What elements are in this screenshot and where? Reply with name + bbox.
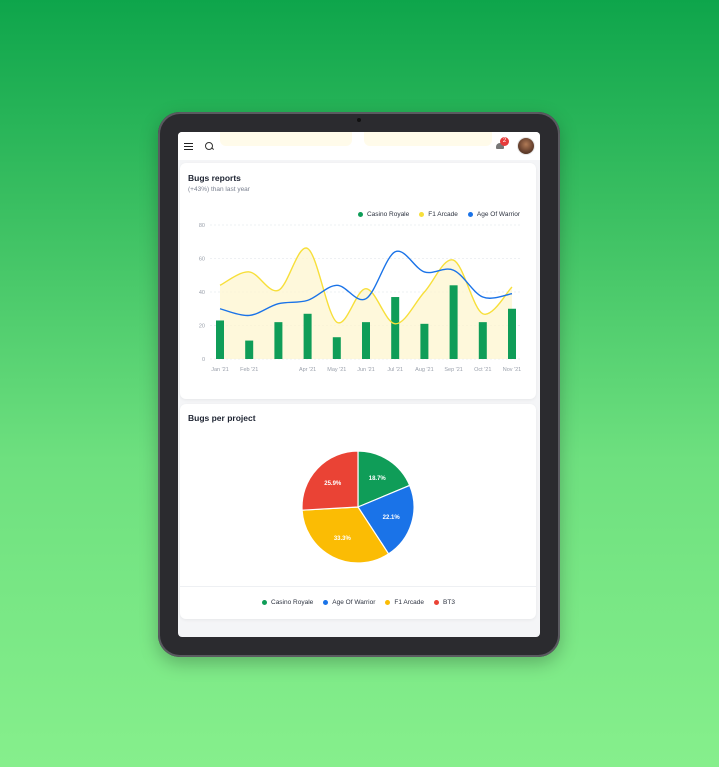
x-tick-label: Jan '21 xyxy=(211,367,229,373)
pie-value-label: 22.1% xyxy=(383,515,401,521)
y-tick-label: 0 xyxy=(202,357,205,363)
x-tick-label: Feb '21 xyxy=(240,367,258,373)
x-tick-label: Apr '21 xyxy=(299,367,316,373)
tablet-frame: 2 Bugs reports (+43%) than last year Cas… xyxy=(158,112,560,657)
x-tick-label: May '21 xyxy=(327,367,346,373)
x-tick-label: Oct '21 xyxy=(474,367,491,373)
screen: 2 Bugs reports (+43%) than last year Cas… xyxy=(178,132,540,637)
bugs-per-project-pie: 18.7% 22.1% 33.3% 25.9% xyxy=(301,450,415,564)
y-tick-label: 80 xyxy=(199,223,205,229)
camera xyxy=(357,118,361,122)
bar-casino-royale xyxy=(274,322,283,359)
x-tick-label: Jul '21 xyxy=(387,367,403,373)
pie-legend: Casino Royale Age Of Warrior F1 Arcade BT3 xyxy=(252,599,455,607)
bugs-per-project-card: Bugs per project 18.7% 22.1% 33.3% 25.9% Ca… xyxy=(180,404,536,619)
legend-item[interactable]: F1 Arcade xyxy=(385,599,424,606)
bar-casino-royale xyxy=(420,323,429,359)
bar-casino-royale xyxy=(478,322,487,359)
y-tick-label: 60 xyxy=(199,257,205,263)
bar-casino-royale xyxy=(332,337,341,359)
bar-casino-royale xyxy=(508,308,516,359)
hamburger-menu-icon[interactable] xyxy=(184,143,193,150)
x-tick-label: Nov '21 xyxy=(503,367,521,373)
avatar[interactable] xyxy=(517,137,535,155)
pie-value-label: 18.7% xyxy=(369,476,387,482)
top-bar: 2 xyxy=(178,132,540,160)
search-icon[interactable] xyxy=(205,142,213,150)
bar-casino-royale xyxy=(362,322,370,359)
y-tick-label: 20 xyxy=(199,324,205,330)
top-bar-placeholder-right xyxy=(364,132,492,146)
bar-casino-royale xyxy=(245,340,254,359)
divider xyxy=(180,586,536,587)
legend-dot xyxy=(323,600,329,605)
bar-casino-royale xyxy=(391,297,400,359)
bar-casino-royale xyxy=(216,320,224,359)
legend-item[interactable]: Age Of Warrior xyxy=(323,599,375,606)
notification-badge: 2 xyxy=(500,137,509,146)
top-bar-placeholder-left xyxy=(220,132,352,146)
legend-item[interactable]: BT3 xyxy=(434,599,455,606)
legend-dot xyxy=(385,600,391,605)
legend-label: Age Of Warrior xyxy=(332,599,376,606)
card-title: Bugs reports xyxy=(188,173,241,183)
legend-label: Casino Royale xyxy=(271,599,314,606)
pie-value-label: 25.9% xyxy=(324,481,342,487)
legend-dot xyxy=(434,600,440,605)
pie-value-label: 33.3% xyxy=(334,536,352,542)
x-tick-label: Sep '21 xyxy=(444,367,462,373)
legend-label: BT3 xyxy=(443,599,455,606)
bugs-reports-card: Bugs reports (+43%) than last year Casin… xyxy=(180,163,536,399)
y-tick-label: 40 xyxy=(199,290,205,296)
x-tick-label: Jun '21 xyxy=(357,367,375,373)
legend-label: F1 Arcade xyxy=(394,599,425,606)
bar-casino-royale xyxy=(303,313,312,359)
bugs-reports-chart: 0 20 40 60 80 Jan '21 Feb '21 Apr '21 May '21 Jun… xyxy=(199,223,522,373)
legend-dot xyxy=(262,600,267,605)
legend-item[interactable]: Casino Royale xyxy=(262,599,313,606)
x-tick-label: Aug '21 xyxy=(415,367,433,373)
card-subtitle: (+43%) than last year xyxy=(188,186,250,193)
bar-casino-royale xyxy=(449,285,458,359)
